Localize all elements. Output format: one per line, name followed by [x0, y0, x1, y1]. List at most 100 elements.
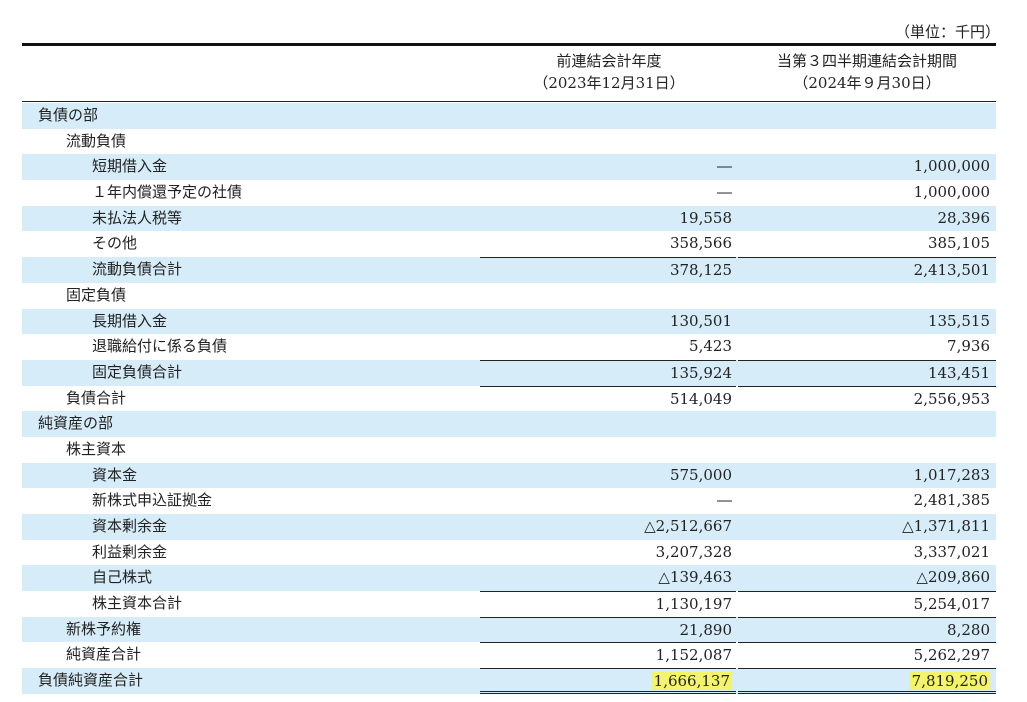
prev-value-text: 130,501 — [669, 311, 732, 330]
row-label: 資本金 — [92, 465, 138, 484]
curr-period-header: 当第３四半期連結会計期間 （2024年９月30日） — [738, 50, 996, 94]
curr-cell: 28,396 — [738, 206, 996, 232]
prev-value-text: 1,152,087 — [655, 646, 732, 665]
row-label: 負債の部 — [38, 106, 99, 124]
table-row: 資本剰余金 △2,512,667 △1,371,811 — [22, 514, 996, 540]
curr-cell: △209,860 — [738, 565, 996, 591]
curr-value: 3,337,021 — [738, 540, 990, 566]
curr-cell: 5,262,297 — [738, 642, 996, 668]
table-row: 新株予約権 21,890 8,280 — [22, 616, 996, 644]
curr-value: 135,515 — [738, 309, 990, 335]
prev-cell: 1,152,087 — [480, 642, 736, 668]
prev-cell: △139,463 — [480, 565, 736, 591]
table-row: 純資産合計 1,152,087 5,262,297 — [22, 642, 996, 668]
prev-period-title: 前連結会計年度 — [556, 52, 662, 70]
prev-value-text: ― — [717, 157, 732, 176]
prev-value-text: 378,125 — [669, 261, 732, 280]
prev-value: ― — [480, 180, 732, 206]
row-label: 退職給付に係る負債 — [92, 337, 228, 356]
table-row: 長期借入金 130,501 135,515 — [22, 308, 996, 335]
table-row: 短期借入金 ― 1,000,000 — [22, 154, 996, 181]
prev-value-text: 5,423 — [689, 337, 732, 356]
curr-value: 2,413,501 — [738, 258, 990, 284]
curr-cell: 2,556,953 — [738, 385, 996, 412]
curr-value: 5,254,017 — [738, 592, 990, 618]
top-rule — [22, 43, 996, 46]
prev-value: 21,890 — [480, 618, 733, 644]
curr-value-text: 2,481,385 — [913, 491, 990, 510]
row-label: １年内償還予定の社債 — [92, 183, 243, 202]
prev-cell: ― — [480, 180, 736, 206]
prev-period-header: 前連結会計年度 （2023年12月31日） — [480, 50, 738, 94]
curr-value: 1,017,283 — [738, 463, 990, 489]
curr-value-text: 1,000,000 — [913, 157, 990, 176]
curr-value-text: 385,105 — [927, 234, 990, 253]
row-label: 自己株式 — [92, 568, 153, 587]
table-row: 負債の部 — [22, 103, 996, 129]
curr-cell: 2,413,501 — [738, 257, 996, 283]
table-row: １年内償還予定の社債 ― 1,000,000 — [22, 180, 996, 206]
curr-value-text: 8,280 — [947, 620, 990, 639]
curr-value-text: 7,936 — [947, 337, 990, 356]
prev-value-text: 1,130,197 — [655, 595, 732, 614]
row-label: 純資産の部 — [38, 414, 114, 433]
curr-cell: 5,254,017 — [738, 591, 996, 617]
prev-value-text: 1,666,137 — [651, 672, 732, 691]
unit-label: （単位：千円） — [894, 23, 1000, 41]
prev-period-date: （2023年12月31日） — [533, 74, 685, 92]
curr-value: △1,371,811 — [738, 514, 990, 540]
prev-value: ― — [480, 488, 732, 514]
prev-value: 378,125 — [480, 258, 732, 284]
prev-value: △2,512,667 — [480, 514, 732, 540]
row-label: 負債純資産合計 — [38, 671, 144, 690]
prev-value-text: ― — [717, 491, 732, 510]
balance-sheet-table: 負債の部 流動負債 短期借入金 ― 1,000,000 １年内償還予定の社債 ― 1,000,… — [22, 103, 996, 694]
curr-cell: 7,936 — [738, 334, 996, 360]
curr-period-title: 当第３四半期連結会計期間 — [776, 52, 957, 70]
table-row: 固定負債 — [22, 283, 996, 309]
table-row: 純資産の部 — [22, 411, 996, 437]
table-row: 資本金 575,000 1,017,283 — [22, 462, 996, 489]
prev-value: 1,666,137 — [480, 669, 732, 695]
prev-cell: 1,130,197 — [480, 591, 736, 617]
prev-cell: 1,666,137 — [480, 668, 736, 694]
curr-value-text: 5,262,297 — [913, 646, 990, 665]
curr-value-text: 7,819,250 — [909, 672, 990, 691]
curr-value: 1,000,000 — [738, 180, 990, 206]
prev-cell: ― — [480, 154, 736, 180]
prev-value: 358,566 — [480, 231, 732, 257]
table-row: 利益剰余金 3,207,328 3,337,021 — [22, 540, 996, 566]
prev-value-text: 135,924 — [669, 363, 732, 382]
prev-value: 514,049 — [480, 387, 732, 413]
column-header: 前連結会計年度 （2023年12月31日） 当第３四半期連結会計期間 （2024… — [22, 50, 996, 102]
table-row: 退職給付に係る負債 5,423 7,936 — [22, 334, 996, 360]
prev-cell: 135,924 — [480, 359, 736, 386]
table-row: 負債純資産合計 1,666,137 7,819,250 — [22, 668, 996, 694]
prev-value-text: △2,512,667 — [644, 517, 732, 535]
row-label: 固定負債合計 — [92, 362, 183, 381]
prev-value-text: 3,207,328 — [655, 542, 732, 561]
curr-value-text: 5,254,017 — [913, 595, 990, 614]
prev-cell: ― — [480, 488, 736, 514]
curr-cell: 7,819,250 — [738, 668, 996, 694]
curr-cell: 8,280 — [738, 616, 996, 643]
curr-value: 7,819,250 — [738, 669, 990, 695]
curr-cell — [738, 103, 996, 129]
curr-value-text: 28,396 — [937, 208, 991, 227]
prev-cell — [480, 103, 736, 129]
curr-value-text: 2,556,953 — [913, 389, 990, 408]
prev-value-text: 19,558 — [679, 208, 733, 227]
curr-value: 28,396 — [738, 206, 991, 232]
prev-value: 130,501 — [480, 309, 732, 335]
curr-cell: 3,337,021 — [738, 540, 996, 566]
prev-value-text: 575,000 — [669, 465, 732, 484]
row-label: 長期借入金 — [92, 311, 168, 330]
curr-cell — [738, 437, 996, 463]
curr-value: △209,860 — [738, 565, 990, 591]
prev-cell: 130,501 — [480, 309, 736, 335]
curr-cell: 1,000,000 — [738, 154, 996, 180]
curr-cell — [738, 129, 996, 155]
prev-value: 19,558 — [480, 206, 733, 232]
curr-value-text: 1,000,000 — [913, 183, 990, 202]
header-rule — [22, 101, 996, 102]
